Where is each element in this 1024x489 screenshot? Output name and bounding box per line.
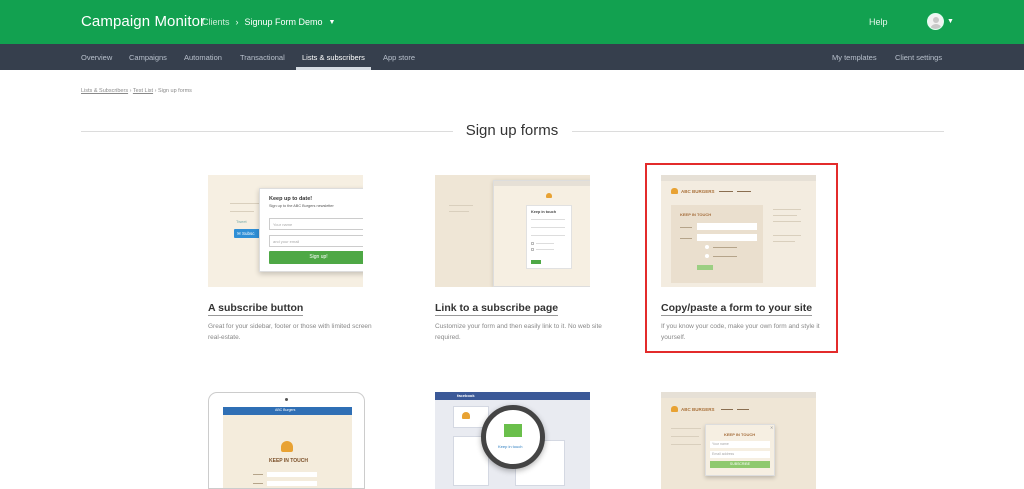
card-title[interactable]: Link to a subscribe page <box>435 302 559 316</box>
name-field: Your name <box>269 218 363 230</box>
avatar[interactable] <box>927 13 944 30</box>
tab-automation[interactable]: Automation <box>184 53 222 62</box>
subscribe-button: SUBSCRIBE <box>710 461 770 468</box>
tweet-label: Tweet <box>236 219 247 224</box>
title-divider <box>572 131 944 132</box>
tab-transactional[interactable]: Transactional <box>240 53 285 62</box>
name-field: Your name <box>710 441 770 448</box>
main-nav: Overview Campaigns Automation Transactio… <box>0 44 1024 70</box>
client-name[interactable]: Signup Form Demo <box>245 17 323 27</box>
clients-link[interactable]: Clients <box>202 17 230 27</box>
email-field: Email address <box>710 451 770 458</box>
tablet-screen: ABC Burgers KEEP IN TOUCH <box>223 407 352 488</box>
chevron-right-icon: › <box>235 17 239 27</box>
facebook-logo: facebook <box>457 393 475 398</box>
mail-icon <box>504 424 522 437</box>
close-icon: ✕ <box>770 425 774 430</box>
active-tab-indicator <box>296 67 371 70</box>
burger-icon <box>281 441 293 452</box>
selection-highlight <box>645 163 838 353</box>
burger-icon <box>462 412 470 419</box>
card-description: Great for your sidebar, footer or those … <box>208 323 372 341</box>
tab-app-store[interactable]: App store <box>383 53 415 62</box>
card-title[interactable]: A subscribe button <box>208 302 304 316</box>
subscribe-page-thumbnail[interactable]: Keep in touch <box>435 175 590 287</box>
page-title: Sign up forms <box>465 122 559 139</box>
top-bar: Campaign Monitor Clients › Signup Form D… <box>0 0 1024 44</box>
tablet-header: ABC Burgers <box>275 408 296 412</box>
tab-overview[interactable]: Overview <box>81 53 112 62</box>
email-field: and your email <box>269 235 363 247</box>
lightbox-thumbnail[interactable]: ABC BURGERS ✕ KEEP IN TOUCH Your name Em… <box>661 392 816 489</box>
client-settings-link[interactable]: Client settings <box>895 53 942 62</box>
user-icon-body <box>930 24 942 29</box>
popup-form: Keep up to date! Sign up to the ABC Burg… <box>259 188 363 272</box>
lightbox-popup: ✕ KEEP IN TOUCH Your name Email address … <box>705 424 775 476</box>
burger-icon <box>546 193 552 198</box>
subscribe-button-thumbnail[interactable]: Tweet ✉ Subsc Keep up to date! Sign up t… <box>208 175 363 287</box>
signup-button: Sign up! <box>269 251 363 264</box>
subscribe-tab-label: Subsc <box>242 231 255 236</box>
card-description: Customize your form and then easily link… <box>435 323 602 341</box>
popup-heading: Keep up to date! <box>269 196 313 202</box>
tablet-heading: KEEP IN TOUCH <box>269 458 308 464</box>
breadcrumb-current: Sign up forms <box>157 88 192 94</box>
chevron-down-icon[interactable]: ▼ <box>329 19 336 26</box>
breadcrumb-lists[interactable]: Lists & Subscribers <box>81 88 128 94</box>
breadcrumb: Lists & Subscribers › Test List › Sign u… <box>81 88 192 94</box>
chevron-down-icon[interactable]: ▼ <box>947 18 954 25</box>
form-card: Keep in touch <box>526 205 572 269</box>
lightbox-heading: KEEP IN TOUCH <box>724 432 756 437</box>
magnifier-icon: Keep in touch <box>481 405 545 469</box>
my-templates-link[interactable]: My templates <box>832 53 877 62</box>
brand-logo[interactable]: Campaign Monitor <box>81 13 205 30</box>
tab-campaigns[interactable]: Campaigns <box>129 53 167 62</box>
title-divider <box>81 131 453 132</box>
magnifier-text: Keep in touch <box>498 444 523 449</box>
burger-icon <box>671 406 678 412</box>
popup-subheading: Sign up to the ABC Burgers newsletter <box>269 204 334 208</box>
tablet-thumbnail[interactable]: ABC Burgers KEEP IN TOUCH <box>208 392 365 489</box>
thumb-logo: ABC BURGERS <box>681 407 715 412</box>
breadcrumb-separator: › <box>154 88 157 94</box>
browser-window: Keep in touch <box>493 180 590 287</box>
facebook-thumbnail[interactable]: facebook Keep in touch <box>435 392 590 489</box>
form-heading: Keep in touch <box>531 210 557 214</box>
client-switcher[interactable]: Clients › Signup Form Demo ▼ <box>202 17 335 27</box>
help-link[interactable]: Help <box>869 17 888 27</box>
user-icon <box>933 17 939 23</box>
breadcrumb-test-list[interactable]: Test List <box>133 88 153 94</box>
breadcrumb-separator: › <box>129 88 132 94</box>
tab-lists-subscribers[interactable]: Lists & subscribers <box>302 53 365 62</box>
